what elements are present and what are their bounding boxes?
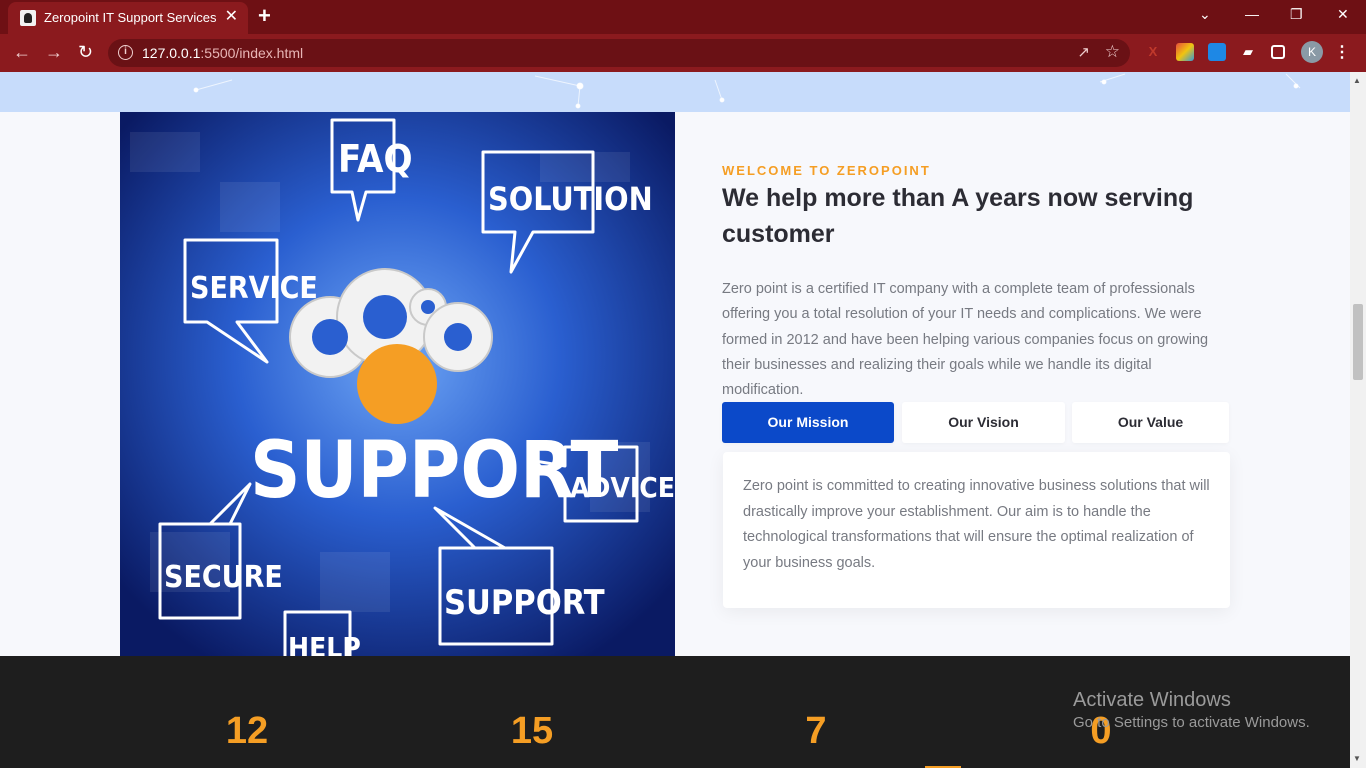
section-eyebrow: WELCOME TO ZEROPOINT: [722, 163, 931, 178]
image-text-support: SUPPORT: [250, 426, 619, 516]
close-window-icon[interactable]: ✕: [1337, 6, 1349, 23]
stat-counter-1: 12: [225, 710, 269, 752]
activate-windows-subtitle: Go to Settings to activate Windows.: [1073, 714, 1310, 731]
stat-counter-3: 7: [805, 710, 827, 752]
image-text-secure: SECURE: [164, 560, 283, 595]
page-scrollbar[interactable]: ▲ ▼: [1350, 72, 1366, 768]
browser-tab[interactable]: Zeropoint IT Support Services ✕: [8, 2, 248, 34]
tab-search-icon[interactable]: ⌄: [1199, 6, 1211, 23]
about-tabs: Our Mission Our Vision Our Value: [722, 402, 1230, 444]
extension-x-icon[interactable]: X: [1144, 43, 1162, 61]
browser-tab-bar: Zeropoint IT Support Services ✕ + ⌄ — ❐ …: [0, 0, 1366, 34]
extension-color-icon[interactable]: [1176, 43, 1194, 61]
back-icon[interactable]: ←: [13, 42, 31, 62]
section-headline: We help more than A years now serving cu…: [722, 184, 1194, 248]
tab-our-value[interactable]: Our Value: [1072, 402, 1229, 443]
tab-title: Zeropoint IT Support Services: [44, 10, 217, 25]
browser-toolbar: ← → ↻ i 127.0.0.1:5500/index.html ↗ ☆ X …: [0, 34, 1366, 72]
side-panel-icon[interactable]: [1271, 45, 1285, 59]
browser-menu-icon[interactable]: ⋮: [1334, 42, 1350, 62]
image-text-solution: SOLUTION: [488, 180, 653, 218]
minimize-icon[interactable]: —: [1245, 6, 1259, 22]
site-favicon-icon: [20, 10, 36, 26]
reload-icon[interactable]: ↻: [78, 42, 93, 62]
stat-counter-2: 15: [510, 710, 554, 752]
mission-text: Zero point is committed to creating inno…: [743, 478, 1210, 571]
tab-our-mission[interactable]: Our Mission: [722, 402, 894, 443]
hero-network-strip: [0, 72, 1350, 112]
section-intro-text: Zero point is a certified IT company wit…: [722, 281, 1209, 399]
page-viewport: FAQ SOLUTION SERVICE SUPPORT ADVICE SECU…: [0, 72, 1350, 768]
image-text-help: HELP: [288, 631, 361, 657]
share-icon[interactable]: ↗: [1077, 43, 1090, 61]
site-info-icon[interactable]: i: [118, 45, 133, 60]
profile-avatar[interactable]: K: [1301, 41, 1323, 63]
image-text-advice: ADVICE: [570, 471, 675, 504]
scrollbar-thumb[interactable]: [1353, 304, 1363, 380]
address-bar[interactable]: i 127.0.0.1:5500/index.html ↗ ☆: [108, 39, 1130, 67]
url-text[interactable]: 127.0.0.1:5500/index.html: [142, 45, 303, 61]
bookmark-star-icon[interactable]: ☆: [1105, 42, 1120, 62]
activate-windows-title: Activate Windows: [1073, 689, 1231, 711]
tab-our-vision[interactable]: Our Vision: [902, 402, 1065, 443]
forward-icon[interactable]: →: [45, 42, 63, 62]
image-text-service: SERVICE: [190, 271, 318, 306]
network-lines-decoration: [193, 73, 1301, 109]
animated-orange-dot: [357, 344, 437, 424]
stats-section: 12 15 7 0: [0, 656, 1350, 768]
new-tab-button[interactable]: +: [258, 5, 271, 27]
image-text-support-small: SUPPORT: [444, 583, 605, 623]
restore-icon[interactable]: ❐: [1290, 6, 1303, 23]
scroll-up-arrow-icon[interactable]: ▲: [1353, 76, 1361, 85]
extension-translate-icon[interactable]: [1208, 43, 1226, 61]
scroll-down-arrow-icon[interactable]: ▼: [1353, 754, 1361, 763]
extensions-puzzle-icon[interactable]: ▰: [1239, 43, 1257, 61]
tab-panel-mission: Zero point is committed to creating inno…: [723, 452, 1230, 608]
close-tab-icon[interactable]: ✕: [225, 8, 238, 26]
image-text-faq: FAQ: [338, 137, 413, 181]
